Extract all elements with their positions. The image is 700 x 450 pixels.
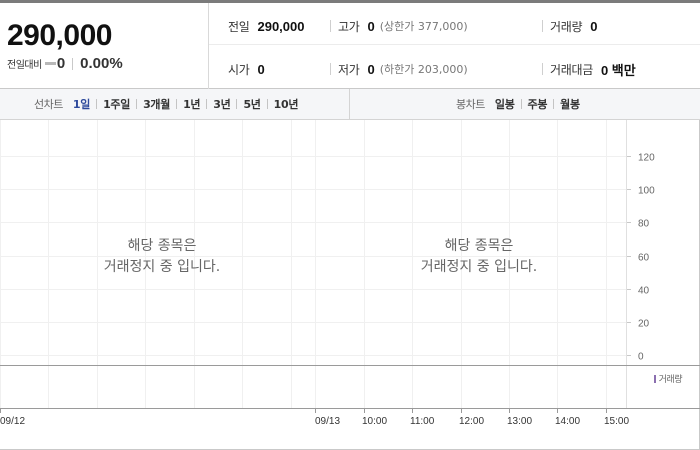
divider [330,63,331,75]
y-tick-label: 60 [638,253,650,264]
info-label: 시가 [228,62,250,77]
divider [542,63,543,75]
suspended-line-2: 거래정지 중 입니다. [420,259,538,275]
tab-divider [136,99,138,109]
candle-chart-title: 봉차트 [456,98,485,111]
tab-daily-candle[interactable]: 일봉 [495,96,515,112]
tab-divider [176,99,178,109]
divider [542,20,543,32]
tab-divider [553,99,555,109]
tab-1-day[interactable]: 1일 [73,96,90,112]
info-value: 0 백만 [600,62,636,78]
info-label: 거래대금 [550,62,593,77]
volume-legend-swatch [653,374,656,383]
info-low: 저가 0 (하한가 203,000) [330,61,468,77]
chart-svg: 0 20 40 60 80 100 120 09/12 09/13 10:00 11:00 12:00… [0,120,700,427]
tab-divider [266,99,268,109]
stock-summary-panel: 290,000 전일대비 0 0.00% 전일 290,000 고가 0 (상한… [0,0,700,89]
y-tick-label: 120 [638,153,655,164]
change-rate: 0.00% [80,55,123,72]
info-label: 전일 [228,19,250,34]
volume-legend: 거래량 [653,372,683,385]
x-tick-label: 13:00 [507,416,532,427]
info-trade-amount: 거래대금 0 백만 [542,61,636,78]
info-value: 0 [590,18,598,34]
suspended-notice-right: 해당 종목은 거래정지 중 입니다. [379,236,579,278]
change-label: 전일대비 [7,60,42,71]
info-value: 0 [257,61,265,77]
y-tick-label: 20 [638,319,650,330]
tab-3-months[interactable]: 3개월 [143,96,170,112]
x-tick-label: 12:00 [459,416,484,427]
period-tab-bar: 선차트 1일 1주일 3개월 1년 3년 5년 10년 봉차트 일봉 주봉 월봉 [0,89,700,120]
change-value: 0 [56,55,66,72]
x-tick-label: 11:00 [410,416,435,427]
tab-5-years[interactable]: 5년 [243,96,260,112]
line-chart-title: 선차트 [34,98,63,111]
tab-divider [236,99,238,109]
divider [330,20,331,32]
tab-divider [96,99,98,109]
y-tick-label: 0 [638,352,644,363]
tab-weekly-candle[interactable]: 주봉 [528,96,548,112]
info-value: 0 [367,61,375,77]
tab-monthly-candle[interactable]: 월봉 [560,96,580,112]
line-chart-tabs: 선차트 1일 1주일 3개월 1년 3년 5년 10년 [34,89,298,119]
x-tick-label: 14:00 [555,416,580,427]
x-tick-label: 15:00 [604,416,629,427]
tab-divider [520,99,522,109]
suspended-line-1: 해당 종목은 [127,238,197,254]
y-tick-label: 40 [638,286,650,297]
info-value: 290,000 [257,18,305,34]
x-tick-label: 10:00 [362,416,387,427]
info-label: 거래량 [550,19,583,34]
x-tick-label: 09/12 [0,416,25,427]
suspended-line-1: 해당 종목은 [444,238,514,254]
info-label: 저가 [338,62,360,77]
tab-10-years[interactable]: 10년 [274,96,299,112]
info-value: 0 [367,18,375,34]
suspended-notice-left: 해당 종목은 거래정지 중 입니다. [62,236,262,278]
no-change-icon [44,62,56,65]
y-tick-label: 80 [638,219,650,230]
current-price: 290,000 [7,19,112,52]
tab-divider [206,99,208,109]
info-label: 고가 [338,19,360,34]
change-row: 전일대비 0 0.00% [7,55,123,72]
info-upper-limit: (상한가 377,000) [379,20,468,33]
price-chart-area[interactable]: 0 20 40 60 80 100 120 09/12 09/13 10:00 11:00 12:00… [0,120,700,450]
x-tick-label: 09/13 [315,416,340,427]
info-row-divider [209,44,700,45]
info-prev-close: 전일 290,000 [228,18,304,34]
tab-3-years[interactable]: 3년 [213,96,230,112]
suspended-line-2: 거래정지 중 입니다. [103,259,221,275]
price-box: 290,000 전일대비 0 0.00% [0,3,209,89]
info-high: 고가 0 (상한가 377,000) [330,18,468,34]
candle-chart-tabs: 봉차트 일봉 주봉 월봉 [456,89,580,119]
tab-1-year[interactable]: 1년 [183,96,200,112]
y-tick-label: 100 [638,186,655,197]
divider [72,57,74,70]
tab-1-week[interactable]: 1주일 [103,96,130,112]
info-lower-limit: (하한가 203,000) [379,63,468,76]
info-volume: 거래량 0 [542,18,597,34]
volume-legend-label: 거래량 [658,375,683,385]
info-open: 시가 0 [228,61,265,77]
